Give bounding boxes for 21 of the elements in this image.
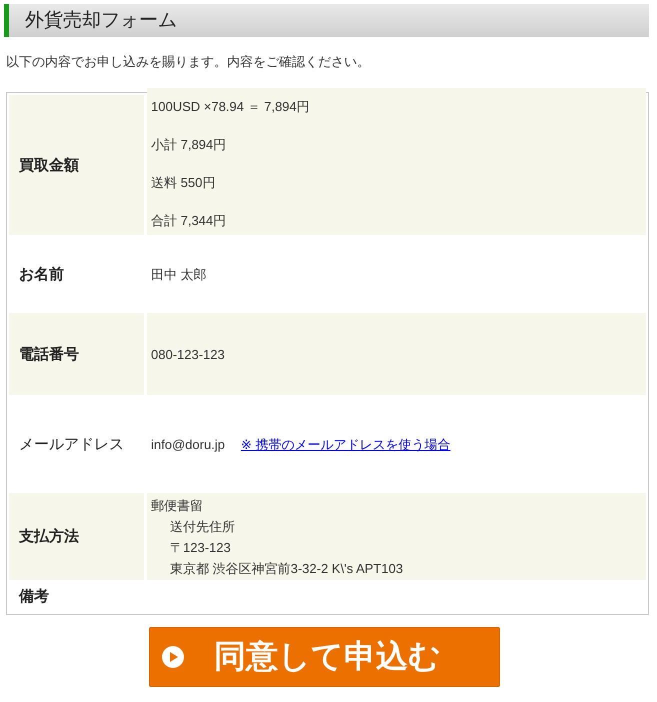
field-value: 送料 550円 xyxy=(151,175,216,190)
field-value: 合計 7,344円 xyxy=(151,213,226,228)
field-value: info@doru.jp xyxy=(151,436,225,452)
field-label: メールアドレス xyxy=(19,434,124,454)
field-value: 小計 7,894円 xyxy=(151,137,226,152)
field-label: お名前 xyxy=(19,264,64,284)
field-label: 支払方法 xyxy=(19,527,79,546)
field-value: 100USD ×78.94 ＝ 7,894円 xyxy=(151,99,310,114)
address-line: 東京都 渋谷区神宮前3-32-2 K\'s APT103 xyxy=(170,560,403,576)
address-line: 送付先住所 xyxy=(170,518,235,534)
intro-text: 以下の内容でお申し込みを賜ります。内容をご確認ください。 xyxy=(6,53,371,71)
field-value: 郵便書留 xyxy=(151,498,203,512)
field-label: 買取金額 xyxy=(19,156,79,174)
field-value: 080-123-123 xyxy=(151,346,225,362)
field-label: 電話番号 xyxy=(19,344,79,364)
address-line: 〒123-123 xyxy=(170,540,231,554)
field-value: 田中 太郎 xyxy=(151,266,207,282)
field-label: 備考 xyxy=(19,586,49,606)
page-heading: 外貨売却フォーム xyxy=(4,4,649,37)
play-icon xyxy=(162,646,184,668)
mobile-email-link[interactable]: ※ 携帯のメールアドレスを使う場合 xyxy=(240,436,450,452)
